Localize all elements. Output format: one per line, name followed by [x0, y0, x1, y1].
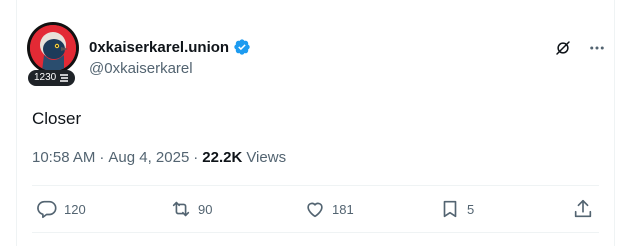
- verified-badge-icon: [233, 38, 251, 56]
- post-date[interactable]: Aug 4, 2025: [108, 149, 189, 166]
- display-name[interactable]: 0xkaiserkarel.union: [89, 39, 229, 56]
- repost-count: 90: [198, 201, 213, 217]
- avatar-image: [30, 25, 76, 71]
- follower-badge: 1230: [28, 70, 76, 86]
- author-name-row: 0xkaiserkarel.union: [89, 38, 251, 56]
- left-border: [16, 0, 17, 246]
- like-button[interactable]: 181: [304, 198, 354, 220]
- divider-top: [32, 185, 599, 186]
- share-button[interactable]: [572, 198, 594, 220]
- post-card: 1230 0xkaiserkarel.union @0xkaiserkarel: [0, 0, 621, 246]
- post-meta: 10:58 AM · Aug 4, 2025 · 22.2K Views: [32, 149, 286, 166]
- avatar[interactable]: [27, 22, 79, 74]
- like-icon: [307, 202, 323, 218]
- share-icon: [574, 199, 592, 218]
- reply-button[interactable]: 120: [36, 198, 86, 220]
- repost-button[interactable]: 90: [170, 198, 212, 220]
- bookmark-icon: [443, 200, 457, 218]
- divider-bottom: [32, 232, 599, 233]
- repost-icon: [172, 201, 190, 217]
- more-icon[interactable]: [587, 38, 607, 58]
- bird-avatar-icon: [30, 25, 76, 71]
- post-text: Closer: [32, 109, 82, 128]
- badge-stack-icon: [60, 74, 69, 82]
- badge-count: 1230: [34, 72, 57, 83]
- right-border: [614, 0, 615, 246]
- meta-separator: ·: [99, 149, 105, 166]
- views-count: 22.2K: [202, 149, 243, 166]
- author-handle[interactable]: @0xkaiserkarel: [89, 60, 193, 77]
- bookmark-count: 5: [467, 201, 475, 217]
- reply-icon: [37, 200, 57, 219]
- views-label: Views: [246, 149, 287, 166]
- post-time[interactable]: 10:58 AM: [32, 149, 95, 166]
- action-bar: 120 90 181 5: [32, 198, 599, 222]
- reply-count: 120: [64, 201, 86, 217]
- top-actions: [553, 38, 607, 58]
- bookmark-button[interactable]: 5: [439, 198, 474, 220]
- meta-separator-2: ·: [193, 149, 199, 166]
- like-count: 181: [332, 201, 354, 217]
- grok-icon[interactable]: [553, 38, 573, 58]
